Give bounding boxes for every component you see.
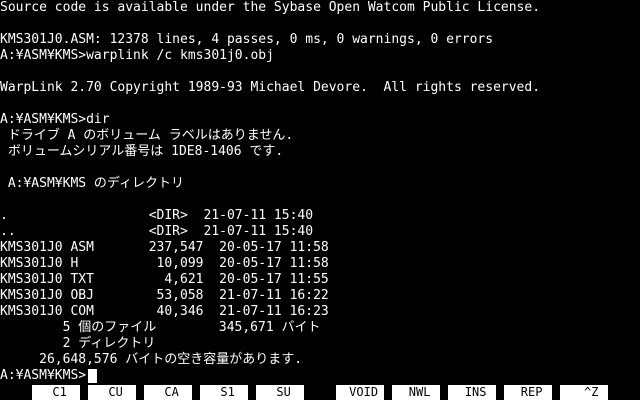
- terminal-line: KMS301J0.ASM: 12378 lines, 4 passes, 0 m…: [0, 32, 494, 47]
- terminal-line: 5 個のファイル 345,671 バイト: [0, 320, 321, 335]
- directory-entry: KMS301J0 H 10,099 20-05-17 11:58: [0, 256, 329, 271]
- terminal-screen[interactable]: Source code is available under the Sybas…: [0, 0, 640, 384]
- directory-entry: . <DIR> 21-07-11 15:40: [0, 208, 314, 223]
- terminal-line: ボリュームシリアル番号は 1DE8-1406 です.: [0, 144, 284, 159]
- fkey-ctrlz-button[interactable]: ^Z: [560, 385, 608, 400]
- terminal-line: 2 ディレクトリ: [0, 336, 156, 351]
- terminal-line: WarpLink 2.70 Copyright 1989-93 Michael …: [0, 80, 541, 95]
- command-prompt[interactable]: A:¥ASM¥KMS>: [0, 368, 86, 384]
- fkey-c1-button[interactable]: C1: [32, 385, 80, 400]
- directory-entry: .. <DIR> 21-07-11 15:40: [0, 224, 314, 239]
- fkey-su-button[interactable]: SU: [256, 385, 304, 400]
- fkey-rep-button[interactable]: REP: [504, 385, 552, 400]
- fkey-cu-button[interactable]: CU: [88, 385, 136, 400]
- fkey-nwl-button[interactable]: NWL: [392, 385, 440, 400]
- terminal-line: A:¥ASM¥KMS>warplink /c kms301j0.obj: [0, 48, 274, 63]
- fkey-void-button[interactable]: VOID: [336, 385, 384, 400]
- directory-entry: KMS301J0 OBJ 53,058 21-07-11 16:22: [0, 288, 329, 303]
- fkey-s1-button[interactable]: S1: [200, 385, 248, 400]
- text-cursor: [88, 369, 97, 383]
- fkey-ins-button[interactable]: INS: [448, 385, 496, 400]
- terminal-line: Source code is available under the Sybas…: [0, 0, 541, 15]
- terminal-line: 26,648,576 バイトの空き容量があります.: [0, 352, 303, 367]
- fkey-ca-button[interactable]: CA: [144, 385, 192, 400]
- terminal-line: A:¥ASM¥KMS のディレクトリ: [0, 176, 185, 191]
- directory-entry: KMS301J0 TXT 4,621 20-05-17 11:55: [0, 272, 329, 287]
- terminal-line: A:¥ASM¥KMS>dir: [0, 112, 110, 127]
- directory-entry: KMS301J0 ASM 237,547 20-05-17 11:58: [0, 240, 329, 255]
- function-key-bar: C1 CU CA S1 SU VOID NWL INS REP ^Z: [0, 384, 640, 400]
- terminal-line: ドライブ A のボリューム ラベルはありません.: [0, 128, 294, 143]
- directory-entry: KMS301J0 COM 40,346 21-07-11 16:23: [0, 304, 329, 319]
